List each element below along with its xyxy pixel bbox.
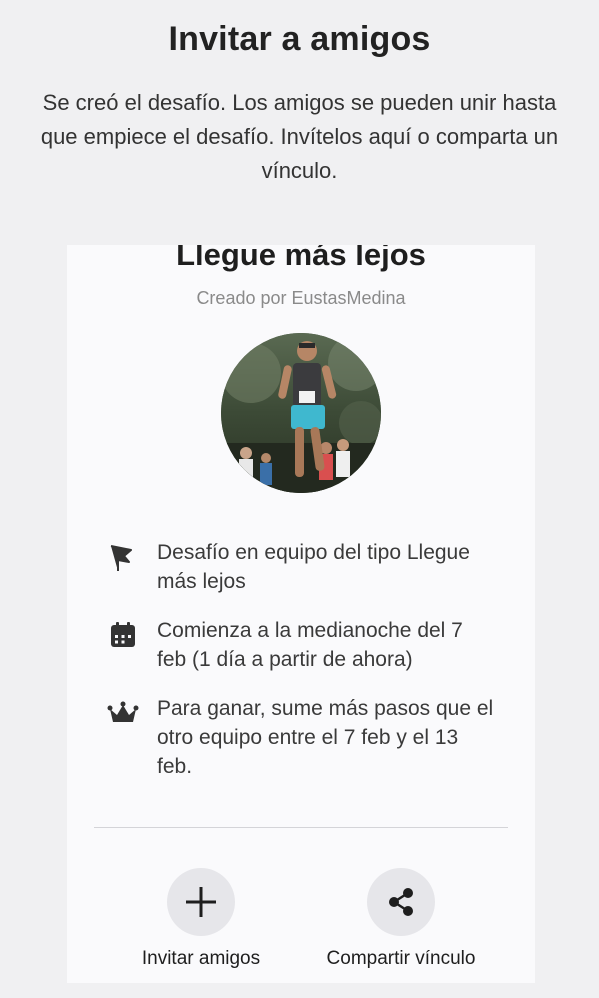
- divider: [94, 827, 508, 828]
- calendar-icon: [107, 622, 139, 650]
- challenge-photo: [221, 333, 381, 493]
- challenge-start-row: Comienza a la medianoche del 7 feb (1 dí…: [107, 616, 507, 676]
- invite-friends-circle[interactable]: [167, 868, 235, 936]
- challenge-type-row: Desafío en equipo del tipo Llegue más le…: [107, 538, 507, 598]
- challenge-type-text: Desafío en equipo del tipo Llegue más le…: [157, 541, 470, 593]
- challenge-goal-text: Para ganar, sume más pasos que el otro e…: [157, 697, 494, 778]
- challenge-start-text: Comienza a la medianoche del 7 feb (1 dí…: [157, 619, 463, 671]
- share-link-circle[interactable]: [367, 868, 435, 936]
- challenge-name: Llegue más lejos: [176, 245, 426, 272]
- plus-icon: [186, 887, 216, 917]
- crown-icon: [107, 700, 139, 728]
- invite-friends-label: Invitar amigos: [141, 948, 261, 969]
- page-title: Invitar a amigos: [168, 20, 431, 58]
- share-icon: [389, 888, 413, 916]
- share-link-label: Compartir vínculo: [326, 948, 476, 969]
- flag-icon: [107, 544, 139, 572]
- challenge-goal-row: Para ganar, sume más pasos que el otro e…: [107, 694, 507, 784]
- page-description: Se creó el desafío. Los amigos se pueden…: [40, 90, 559, 183]
- share-link-button[interactable]: Compartir vínculo: [311, 868, 491, 978]
- challenge-card: Llegue más lejos Creado por EustasMedina: [67, 245, 535, 983]
- challenge-creator: Creado por EustasMedina: [196, 288, 406, 308]
- invite-friends-button[interactable]: Invitar amigos: [111, 868, 291, 978]
